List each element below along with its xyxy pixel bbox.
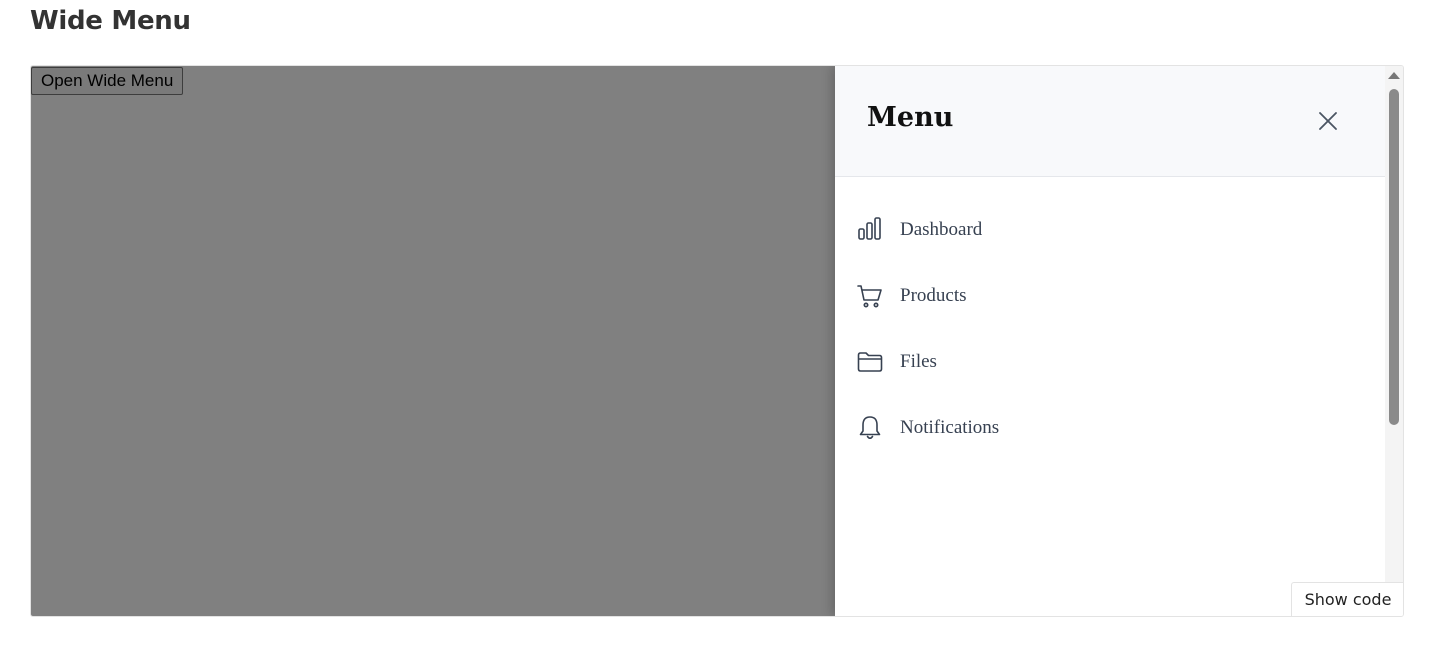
scrollbar-thumb[interactable] [1389,89,1399,425]
menu-item-files[interactable]: Files [835,329,1385,395]
folder-icon [857,352,883,372]
drawer-title: Menu [867,102,954,133]
drawer-header: Menu [835,66,1385,177]
bar-chart-icon [858,217,881,240]
show-code-button[interactable]: Show code [1291,582,1403,616]
menu-list: Dashboard Products Files Notifications [835,197,1385,461]
bell-icon [859,416,881,440]
menu-item-label: Notifications [900,417,1000,438]
side-drawer: Menu Dashboard Products Files Notificati… [835,66,1385,616]
menu-item-label: Files [900,351,937,372]
scrollbar[interactable] [1385,66,1403,616]
demo-frame: Open Wide Menu Menu Dashboard Products F… [30,65,1404,617]
shopping-cart-icon [857,285,882,308]
close-icon [1319,112,1337,130]
menu-item-notifications[interactable]: Notifications [835,395,1385,461]
scroll-up-arrow[interactable] [1388,72,1400,79]
open-wide-menu-button[interactable]: Open Wide Menu [31,67,184,95]
page-title: Wide Menu [30,6,191,36]
backdrop-overlay[interactable]: Open Wide Menu [31,66,835,616]
menu-item-label: Dashboard [900,219,983,240]
menu-item-label: Products [900,285,967,306]
menu-item-products[interactable]: Products [835,263,1385,329]
close-button[interactable] [1313,106,1343,136]
menu-item-dashboard[interactable]: Dashboard [835,197,1385,263]
